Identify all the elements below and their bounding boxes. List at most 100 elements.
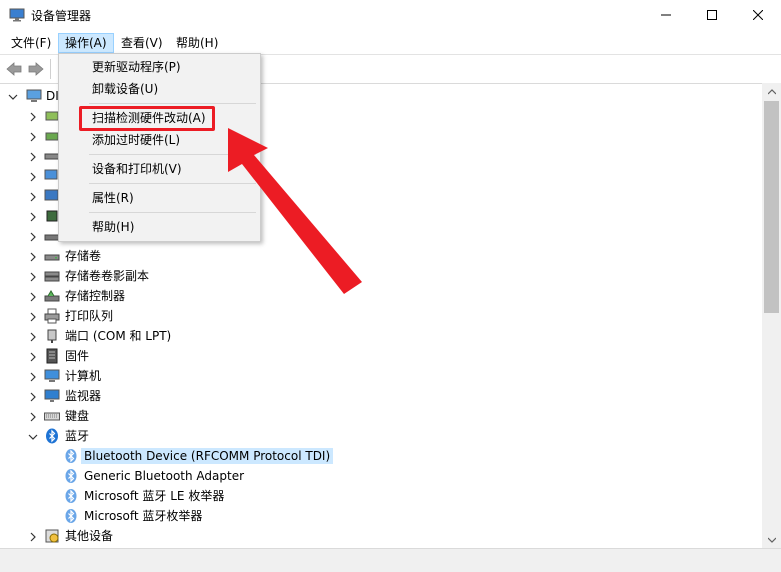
tree-item-keyboard[interactable]: 键盘	[0, 406, 762, 426]
menu-item-uninstall-device[interactable]: 卸载设备(U)	[61, 78, 258, 100]
back-button[interactable]	[4, 59, 24, 79]
menu-bar: 文件(F) 操作(A) 查看(V) 帮助(H)	[0, 31, 781, 53]
title-bar: 设备管理器	[0, 0, 781, 30]
tree-item-shadow-copy[interactable]: 存储卷卷影副本	[0, 266, 762, 286]
forward-button[interactable]	[26, 59, 46, 79]
monitor-icon	[44, 388, 60, 404]
tree-item-bluetooth[interactable]: 蓝牙	[0, 426, 762, 446]
print-queue-icon	[44, 308, 60, 324]
tree-item-label: 计算机	[65, 369, 102, 383]
chevron-down-icon[interactable]	[28, 431, 38, 441]
scroll-down-button[interactable]	[762, 531, 781, 548]
chevron-right-icon[interactable]	[28, 211, 38, 222]
scroll-up-button[interactable]	[762, 83, 781, 100]
tree-item-label: 打印队列	[65, 309, 114, 323]
tree-item-print-queue[interactable]: 打印队列	[0, 306, 762, 326]
chevron-right-icon[interactable]	[28, 531, 38, 542]
menu-view[interactable]: 查看(V)	[115, 33, 169, 53]
bluetooth-icon	[63, 468, 79, 484]
close-button[interactable]	[735, 0, 781, 30]
tree-item-label: 端口 (COM 和 LPT)	[65, 329, 172, 343]
bluetooth-icon	[63, 508, 79, 524]
chevron-right-icon[interactable]	[28, 351, 38, 362]
chevron-right-icon[interactable]	[28, 311, 38, 322]
menu-separator	[89, 154, 256, 155]
chevron-right-icon[interactable]	[28, 191, 38, 202]
menu-item-update-driver[interactable]: 更新驱动程序(P)	[61, 56, 258, 78]
menu-help[interactable]: 帮助(H)	[170, 33, 224, 53]
chevron-right-icon[interactable]	[28, 231, 38, 242]
tree-item-label: 存储卷	[65, 249, 102, 263]
tree-root-label: DI	[46, 89, 59, 103]
port-icon	[44, 328, 60, 344]
bluetooth-icon	[63, 448, 79, 464]
storage-controller-icon	[44, 288, 60, 304]
tree-item-storage-controller[interactable]: 存储控制器	[0, 286, 762, 306]
chevron-right-icon[interactable]	[28, 251, 38, 262]
tree-item-label: Microsoft 蓝牙枚举器	[84, 509, 203, 523]
tree-item-label: 固件	[65, 349, 90, 363]
chevron-right-icon[interactable]	[28, 291, 38, 302]
chevron-right-icon[interactable]	[28, 391, 38, 402]
tree-item-firmware[interactable]: 固件	[0, 346, 762, 366]
tree-item-bt-rfcomm[interactable]: Bluetooth Device (RFCOMM Protocol TDI)	[0, 446, 762, 466]
computer-icon	[26, 88, 42, 104]
minimize-button[interactable]	[643, 0, 689, 30]
bluetooth-icon	[63, 488, 79, 504]
back-arrow-icon	[6, 62, 22, 76]
tree-item-label: 其他设备	[65, 529, 114, 543]
chevron-right-icon[interactable]	[28, 171, 38, 182]
chevron-right-icon[interactable]	[28, 111, 38, 122]
tree-item-bt-adapter[interactable]: Generic Bluetooth Adapter	[0, 466, 762, 486]
menu-file[interactable]: 文件(F)	[5, 33, 57, 53]
menu-separator	[89, 183, 256, 184]
menu-item-add-legacy-hardware[interactable]: 添加过时硬件(L)	[61, 129, 258, 151]
chevron-right-icon[interactable]	[28, 131, 38, 142]
tree-item-label: 键盘	[65, 409, 90, 423]
keyboard-icon	[44, 408, 60, 424]
chevron-right-icon[interactable]	[28, 411, 38, 422]
storage-volume-icon	[44, 248, 60, 264]
action-menu: 更新驱动程序(P) 卸载设备(U) 扫描检测硬件改动(A) 添加过时硬件(L) …	[58, 53, 261, 242]
tree-item-label: Bluetooth Device (RFCOMM Protocol TDI)	[81, 448, 334, 464]
shadow-copy-icon	[44, 268, 60, 284]
menu-item-help[interactable]: 帮助(H)	[61, 216, 258, 238]
bluetooth-icon	[44, 428, 60, 444]
status-bar	[0, 548, 781, 572]
tree-item-label: 监视器	[65, 389, 102, 403]
tree-item-storage-volume[interactable]: 存储卷	[0, 246, 762, 266]
tree-item-bt-le-enumerator[interactable]: Microsoft 蓝牙 LE 枚举器	[0, 486, 762, 506]
menu-item-properties[interactable]: 属性(R)	[61, 187, 258, 209]
tree-item-computer[interactable]: 计算机	[0, 366, 762, 386]
window-title: 设备管理器	[31, 9, 92, 23]
vertical-scrollbar[interactable]	[762, 83, 781, 548]
chevron-down-icon	[767, 537, 776, 543]
highlight-box	[79, 106, 215, 131]
forward-arrow-icon	[28, 62, 44, 76]
tree-item-label: 存储卷卷影副本	[65, 269, 150, 283]
menu-separator	[89, 212, 256, 213]
chevron-up-icon	[767, 88, 776, 94]
chevron-right-icon[interactable]	[28, 151, 38, 162]
menu-item-devices-printers[interactable]: 设备和打印机(V)	[61, 158, 258, 180]
menu-action[interactable]: 操作(A)	[58, 33, 114, 53]
menu-separator	[89, 103, 256, 104]
tree-item-other-devices[interactable]: 其他设备	[0, 526, 762, 546]
toolbar-divider	[50, 59, 51, 79]
tree-item-label: 蓝牙	[65, 429, 90, 443]
tree-item-monitor[interactable]: 监视器	[0, 386, 762, 406]
tree-item-ports[interactable]: 端口 (COM 和 LPT)	[0, 326, 762, 346]
chevron-right-icon[interactable]	[28, 331, 38, 342]
maximize-button[interactable]	[689, 0, 735, 30]
chevron-right-icon[interactable]	[28, 271, 38, 282]
scroll-thumb[interactable]	[764, 101, 779, 313]
tree-item-bt-enumerator[interactable]: Microsoft 蓝牙枚举器	[0, 506, 762, 526]
tree-item-label: Generic Bluetooth Adapter	[84, 469, 245, 483]
computer-icon	[44, 368, 60, 384]
firmware-icon	[44, 348, 60, 364]
tree-item-label: Microsoft 蓝牙 LE 枚举器	[84, 489, 225, 503]
device-manager-icon	[9, 8, 25, 22]
other-devices-icon	[44, 528, 60, 544]
chevron-right-icon[interactable]	[28, 371, 38, 382]
chevron-down-icon[interactable]	[8, 91, 18, 101]
